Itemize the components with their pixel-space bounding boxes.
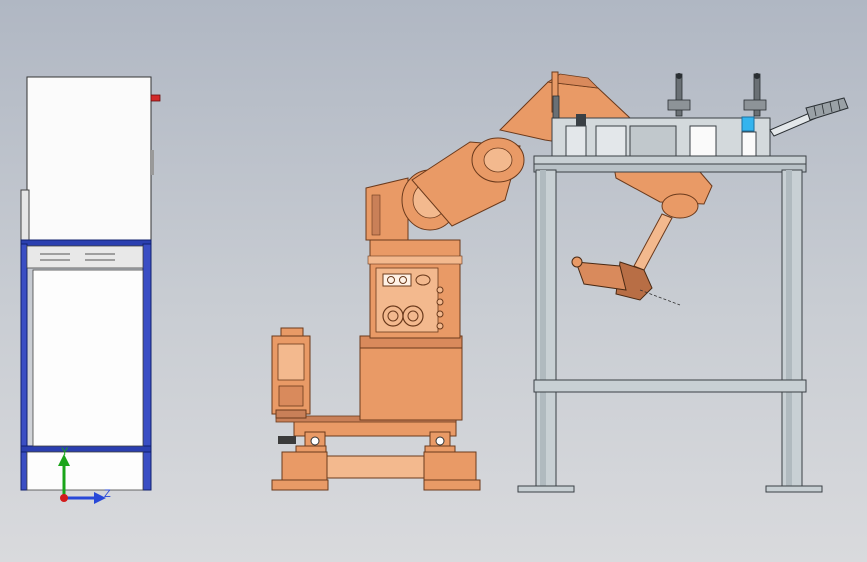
triad-z-label: Z bbox=[104, 488, 111, 500]
x-axis-dot bbox=[60, 494, 68, 502]
indicator-red-icon bbox=[150, 94, 161, 102]
track-motor[interactable] bbox=[271, 327, 311, 419]
cad-viewport[interactable]: Y Z bbox=[0, 0, 867, 562]
triad-y-label: Y bbox=[61, 446, 69, 458]
control-cabinet[interactable] bbox=[20, 76, 161, 491]
assembly-scene[interactable]: Y Z bbox=[0, 0, 867, 562]
robot-base-platform[interactable] bbox=[271, 415, 481, 491]
cyan-block-icon bbox=[741, 116, 755, 132]
